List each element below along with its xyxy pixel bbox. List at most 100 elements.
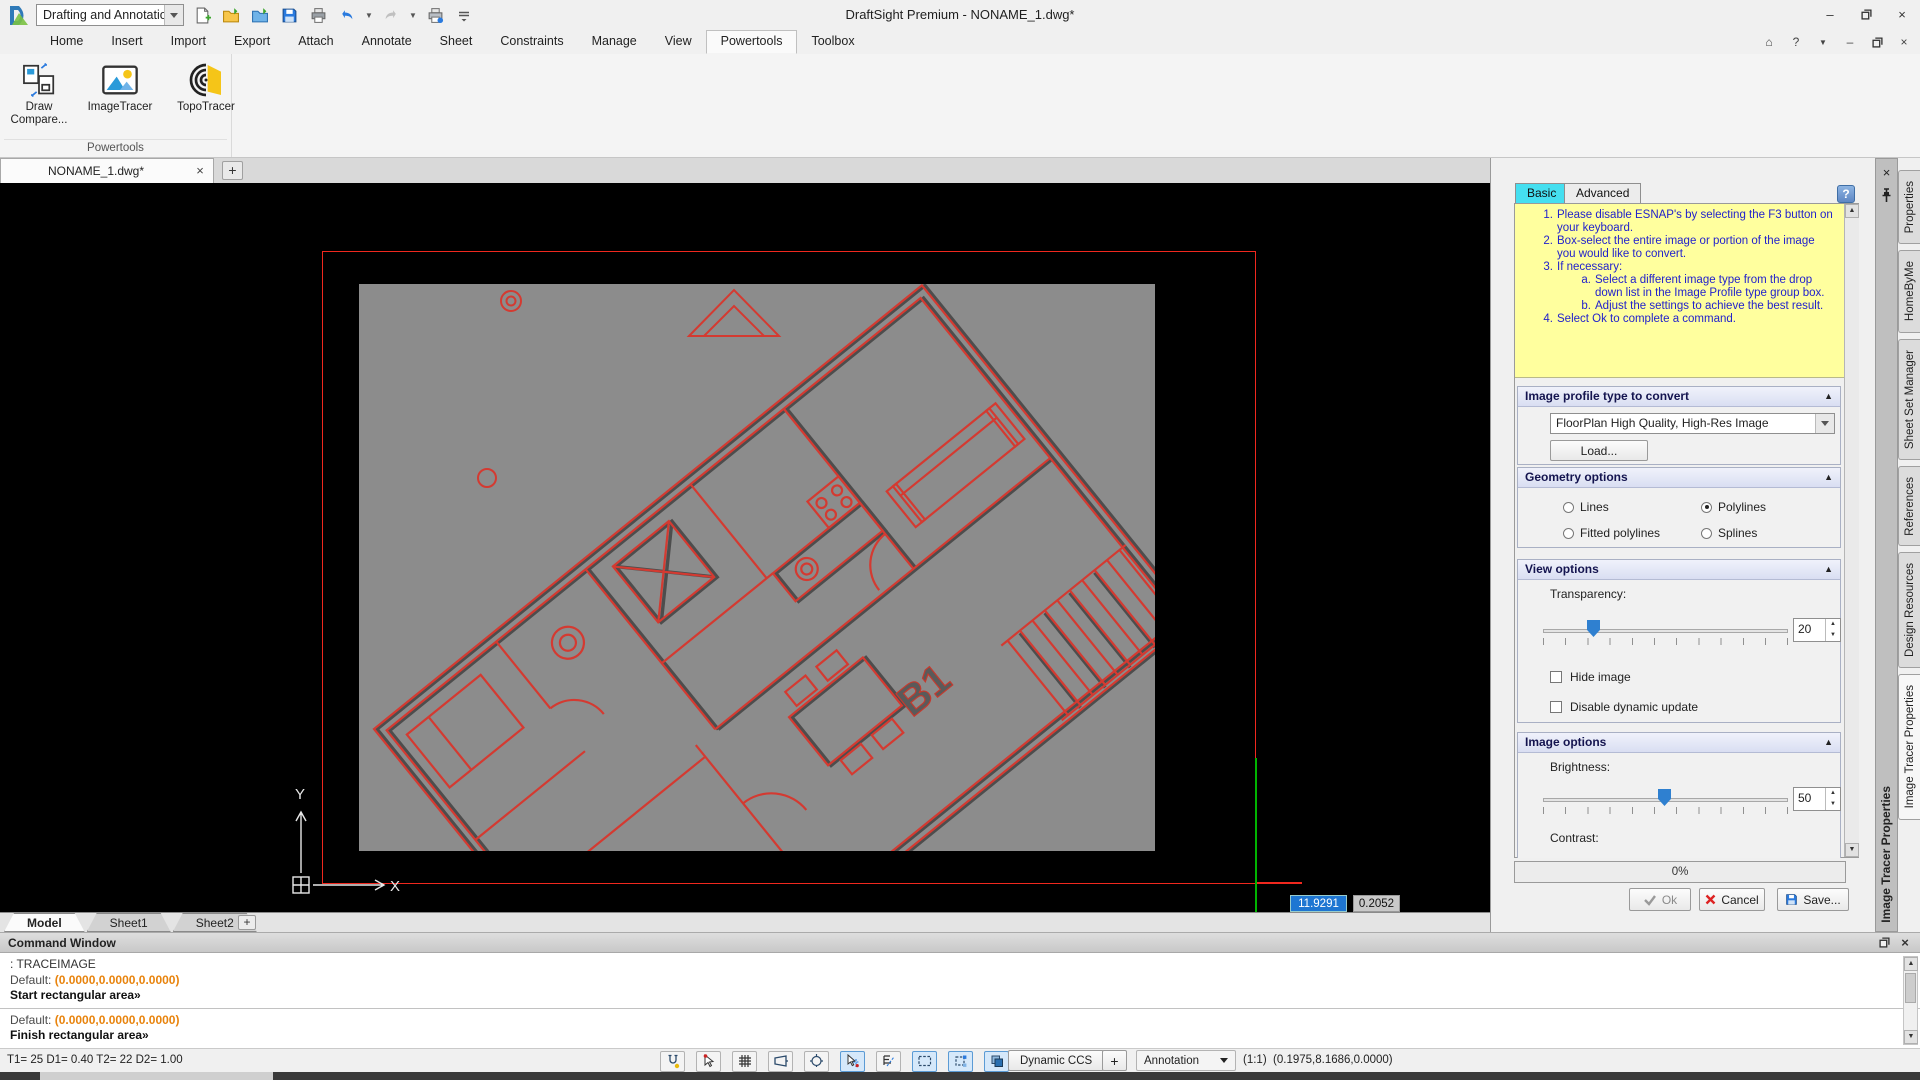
status-add-button[interactable]: + [1102,1050,1127,1071]
hide-image-checkbox[interactable]: Hide image [1550,670,1631,684]
palette-tab-references[interactable]: References [1898,466,1920,547]
group-view-header[interactable]: View options▲ [1518,560,1840,580]
menu-tab-constraints[interactable]: Constraints [486,30,577,54]
command-window-close-icon[interactable]: × [1898,935,1912,950]
annotation-scale-dropdown[interactable]: Annotation [1136,1050,1236,1071]
menu-tab-home[interactable]: Home [36,30,97,54]
collapse-icon[interactable]: ▲ [1824,472,1833,482]
transparency-slider-handle[interactable] [1587,620,1600,637]
chevron-down-icon[interactable] [1815,414,1834,433]
lineweight-toggle[interactable] [912,1051,937,1072]
ortho-toggle[interactable] [768,1051,793,1072]
menu-tab-export[interactable]: Export [220,30,284,54]
new-file-button[interactable] [190,4,214,26]
collapse-icon[interactable]: ▲ [1824,391,1833,401]
workspace-selector[interactable]: Drafting and Annotation [36,4,184,26]
etrack-lines-toggle[interactable] [876,1051,901,1072]
ok-button[interactable]: Ok [1629,888,1691,911]
spin-down-icon[interactable]: ▼ [1826,799,1840,810]
image-tracer-tool[interactable]: ImageTracer [80,59,160,126]
menu-tab-import[interactable]: Import [157,30,220,54]
spin-up-icon[interactable]: ▲ [1826,619,1840,630]
window-minimize-button[interactable]: – [1822,5,1838,23]
pin-icon[interactable] [1879,187,1894,204]
new-sheet-button[interactable]: + [238,915,256,930]
menu-tab-attach[interactable]: Attach [284,30,347,54]
menu-tab-powertools[interactable]: Powertools [706,30,798,54]
chevron-down-icon[interactable] [164,5,183,25]
menu-tab-sheet[interactable]: Sheet [426,30,487,54]
entity-track-toggle[interactable] [696,1051,721,1072]
redo-dropdown-icon[interactable]: ▼ [408,4,418,26]
tab-basic[interactable]: Basic [1515,183,1568,204]
dynamic-ccs-button[interactable]: Dynamic CCS [1008,1050,1104,1071]
help-dropdown-icon[interactable]: ▼ [1817,38,1829,47]
doc-close-button[interactable]: × [1898,35,1910,49]
scroll-down-icon[interactable]: ▼ [1904,1030,1918,1044]
menu-tab-insert[interactable]: Insert [97,30,156,54]
drawing-canvas[interactable]: B1 Y X 11.9291 0.2052 [0,183,1490,912]
ribbon-collapse-icon[interactable]: ⌂ [1763,35,1775,49]
profile-type-combo[interactable]: FloorPlan High Quality, High-Res Image [1550,413,1835,434]
radio-fitted-polylines[interactable]: Fitted polylines [1563,526,1660,540]
panel-save-button[interactable]: Save... [1777,888,1849,911]
command-window-header[interactable]: Command Window × [0,932,1920,953]
cancel-button[interactable]: Cancel [1699,888,1765,911]
scrollbar-thumb[interactable] [1905,973,1916,1003]
palette-tab-sheet-set-manager[interactable]: Sheet Set Manager [1898,339,1920,460]
panel-scrollbar[interactable]: ▲ ▼ [1844,204,1859,857]
sheet-tab-model[interactable]: Model [4,913,85,932]
document-tab-close-icon[interactable]: × [191,162,209,180]
save-button[interactable] [277,4,301,26]
snap-grid-toggle[interactable] [732,1051,757,1072]
print-area-toggle[interactable] [948,1051,973,1072]
batch-print-button[interactable] [423,4,447,26]
doc-minimize-button[interactable]: – [1844,35,1856,49]
menu-tab-manage[interactable]: Manage [578,30,651,54]
doc-restore-button[interactable] [1871,37,1883,48]
brightness-slider-handle[interactable] [1658,789,1671,806]
spin-down-icon[interactable]: ▼ [1826,630,1840,641]
menu-tab-view[interactable]: View [651,30,706,54]
group-image-header[interactable]: Image options▲ [1518,733,1840,753]
brightness-spinbox[interactable]: 50 ▲▼ [1793,787,1841,811]
transparency-spinbox[interactable]: 20 ▲▼ [1793,618,1841,642]
palette-tab-design-resources[interactable]: Design Resources [1898,552,1920,668]
customize-toolbar-button[interactable] [452,4,476,26]
tab-advanced[interactable]: Advanced [1564,183,1641,204]
command-window-float-icon[interactable] [1879,937,1890,948]
import-file-button[interactable] [248,4,272,26]
load-button[interactable]: Load... [1550,440,1648,461]
sheet-tab-sheet1[interactable]: Sheet1 [87,913,171,932]
help-button[interactable]: ? [1790,35,1802,49]
radio-polylines[interactable]: Polylines [1701,500,1766,514]
scroll-down-icon[interactable]: ▼ [1845,843,1859,857]
transparency-slider-track[interactable] [1543,629,1788,633]
undo-dropdown-icon[interactable]: ▼ [364,4,374,26]
collapse-icon[interactable]: ▲ [1824,564,1833,574]
panel-close-icon[interactable]: × [1878,165,1895,182]
group-image-profile-header[interactable]: Image profile type to convert▲ [1518,387,1840,407]
redo-button[interactable] [379,4,403,26]
group-geometry-header[interactable]: Geometry options▲ [1518,468,1840,488]
menu-tab-annotate[interactable]: Annotate [348,30,426,54]
radio-lines[interactable]: Lines [1563,500,1609,514]
polar-toggle[interactable] [804,1051,829,1072]
panel-help-button[interactable]: ? [1837,185,1855,203]
scroll-up-icon[interactable]: ▲ [1845,204,1859,218]
topo-tracer-tool[interactable]: TopoTracer [170,59,242,126]
esnap-pointer-toggle[interactable] [840,1051,865,1072]
scroll-up-icon[interactable]: ▲ [1904,957,1918,971]
draw-compare-tool[interactable]: Draw Compare... [8,59,70,126]
window-restore-button[interactable] [1858,5,1874,23]
new-document-tab-button[interactable]: + [222,161,243,180]
radio-splines[interactable]: Splines [1701,526,1757,540]
window-close-button[interactable]: × [1894,5,1910,23]
undo-button[interactable] [335,4,359,26]
spin-up-icon[interactable]: ▲ [1826,788,1840,799]
open-file-button[interactable] [219,4,243,26]
command-window-scrollbar[interactable]: ▲ ▼ [1903,956,1918,1045]
bottom-scrollbar[interactable] [0,1072,1920,1080]
esnap-toggle[interactable] [660,1051,685,1072]
overlap-toggle[interactable] [984,1051,1009,1072]
